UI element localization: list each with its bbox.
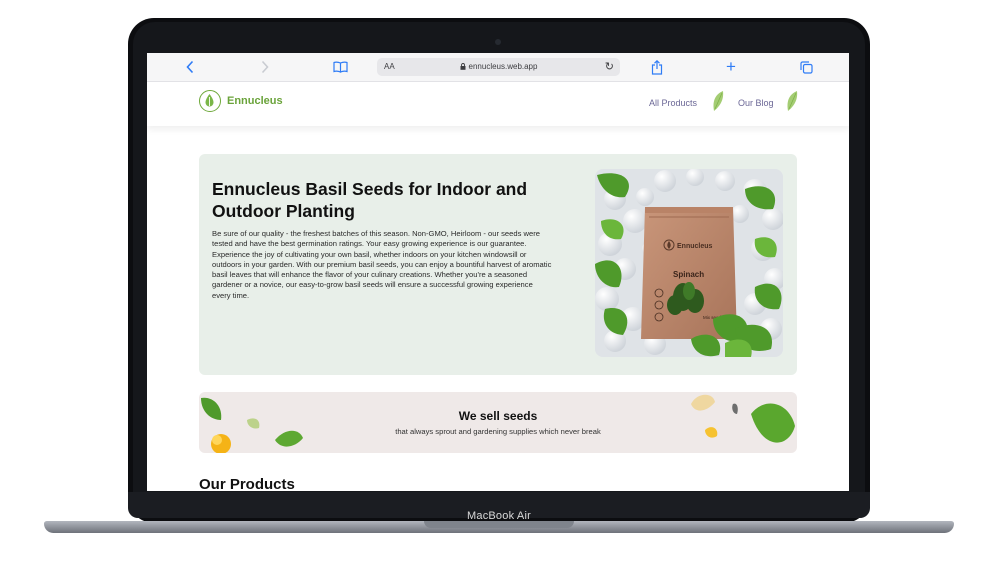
leaf-icon [713,91,724,111]
logo-text[interactable]: Ennucleus [227,95,283,107]
screen: AA ennucleus.web.app ↻ + Ennucleus All P… [147,53,849,491]
hero-section: Ennucleus Basil Seeds for Indoor and Out… [199,154,797,375]
url-text: ennucleus.web.app [377,62,620,71]
leaf-icon [787,91,798,111]
new-tab-plus-icon[interactable]: + [724,58,738,75]
package-name: Spinach [673,270,704,279]
hero-title: Ennucleus Basil Seeds for Indoor and Out… [212,179,528,221]
address-bar[interactable]: AA ennucleus.web.app ↻ [377,58,620,76]
lock-icon [460,63,466,70]
hero-paragraph: Be sure of our quality - the freshest ba… [212,229,540,249]
banner-subtitle: that always sprout and gardening supplie… [395,427,601,436]
camera-dot [495,39,501,45]
tabs-icon[interactable] [799,59,813,75]
bookmarks-book-icon[interactable] [332,59,348,75]
forward-icon[interactable] [258,59,272,75]
url-label: ennucleus.web.app [468,62,538,71]
hero-paragraph: Experience the joy of cultivating your o… [212,249,552,300]
package-brand: Ennucleus [677,243,713,250]
laptop-notch [424,521,574,528]
share-icon[interactable] [650,59,664,75]
logo-drop-icon[interactable] [199,90,221,112]
banner-title: We sell seeds [458,409,538,423]
nav-all-products[interactable]: All Products [649,98,697,108]
browser-toolbar: AA ennucleus.web.app ↻ + [147,53,849,82]
reload-icon[interactable]: ↻ [605,60,614,73]
nav-our-blog[interactable]: Our Blog [738,98,774,108]
back-icon[interactable] [183,59,197,75]
product-image: Ennucleus Spinach Mix seeds [595,169,783,357]
products-section-title: Our Products [199,476,295,491]
hero-description: Be sure of our quality - the freshest ba… [212,229,552,301]
seeds-banner: We sell seeds that always sprout and gar… [199,392,797,453]
site-header: Ennucleus All Products Our Blog [147,82,849,126]
